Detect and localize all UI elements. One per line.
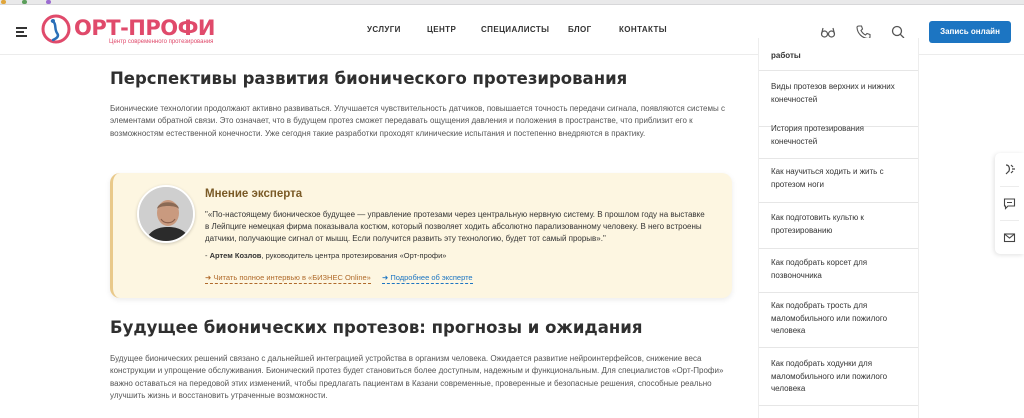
expert-quote: "«По-настоящему бионическое будущее — уп… bbox=[205, 210, 705, 244]
nav-item-contacts[interactable]: КОНТАКТЫ bbox=[619, 25, 667, 34]
book-online-button[interactable]: Запись онлайн bbox=[929, 21, 1011, 43]
sidebar-item[interactable]: Как научиться ходить и жить с протезом н… bbox=[759, 166, 918, 203]
author-name: Артем Козлов bbox=[209, 251, 262, 260]
menu-icon[interactable] bbox=[16, 27, 27, 39]
site-logo[interactable]: ОРТ-ПРОФИ Центр современного протезирова… bbox=[41, 14, 216, 50]
browser-dot bbox=[22, 0, 27, 4]
expert-title: Мнение эксперта bbox=[205, 188, 303, 200]
browser-dot bbox=[1, 0, 6, 4]
nav-item-center[interactable]: ЦЕНТР bbox=[427, 25, 456, 34]
nav-item-services[interactable]: УСЛУГИ bbox=[367, 25, 401, 34]
logo-tagline: Центр современного протезирования bbox=[109, 39, 214, 45]
expert-avatar bbox=[137, 185, 195, 243]
sidebar-item[interactable]: Виды протезов верхних и нижних конечност… bbox=[759, 79, 918, 127]
chat-icon[interactable] bbox=[1003, 197, 1016, 210]
sidebar-item[interactable]: Как подобрать трость для маломобильного … bbox=[759, 300, 918, 348]
sidebar-item[interactable]: Как подобрать корсет для позвоночника bbox=[759, 257, 918, 293]
section-title: Будущее бионических протезов: прогнозы и… bbox=[110, 318, 643, 337]
rail-divider bbox=[1000, 186, 1019, 187]
expert-photo-icon bbox=[139, 187, 193, 241]
sidebar-item[interactable]: История протезирования конечностей bbox=[759, 122, 918, 159]
right-action-rail bbox=[995, 153, 1024, 254]
section-paragraph: Будущее бионических решений связано с да… bbox=[110, 354, 724, 400]
logo-text: ОРТ-ПРОФИ bbox=[74, 16, 216, 40]
section-title: Перспективы развития бионического протез… bbox=[110, 69, 628, 88]
feedback-icon[interactable] bbox=[1003, 163, 1016, 176]
expert-opinion-card: Мнение эксперта "«По-настоящему бионичес… bbox=[110, 173, 732, 298]
expert-author: - Артем Козлов, руководитель центра прот… bbox=[205, 251, 446, 260]
browser-dot bbox=[46, 0, 51, 4]
logo-mark-icon bbox=[41, 14, 71, 44]
section-paragraph: Бионические технологии продолжают активн… bbox=[110, 104, 725, 138]
mail-icon[interactable] bbox=[1003, 231, 1016, 244]
nav-item-blog[interactable]: БЛОГ bbox=[568, 25, 592, 34]
sidebar-item[interactable]: Как подготовить культю к протезированию bbox=[759, 212, 918, 249]
author-role: , руководитель центра протезирования «Ор… bbox=[261, 251, 447, 260]
nav-item-specialists[interactable]: СПЕЦИАЛИСТЫ bbox=[481, 25, 549, 34]
read-interview-link[interactable]: ➜ Читать полное интервью в «БИЗНЕС Onlin… bbox=[205, 273, 371, 284]
rail-divider bbox=[1000, 220, 1019, 221]
related-articles-sidebar: работы Виды протезов верхних и нижних ко… bbox=[758, 38, 919, 418]
expert-details-link[interactable]: ➜ Подробнее об эксперте bbox=[382, 273, 473, 284]
sidebar-item[interactable]: Как подобрать ходунки для маломобильного… bbox=[759, 358, 918, 406]
sidebar-item[interactable]: работы bbox=[759, 50, 918, 71]
